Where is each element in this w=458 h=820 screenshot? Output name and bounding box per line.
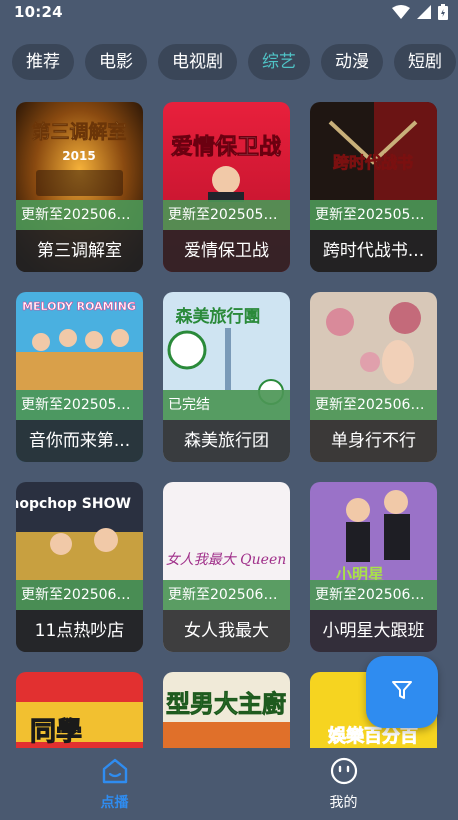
- tab-anime[interactable]: 动漫: [321, 44, 383, 80]
- poster-title-text: 第三调解室: [31, 120, 126, 143]
- show-title: 森美旅行团: [163, 420, 290, 462]
- tab-variety[interactable]: 综艺: [248, 44, 310, 80]
- nav-item-on-demand[interactable]: 点播: [0, 748, 229, 820]
- tab-movies[interactable]: 电影: [85, 44, 147, 80]
- poster-title-text: 女人我最大 Queen: [166, 552, 287, 568]
- show-title: 音你而来第...: [16, 420, 143, 462]
- poster-title-text: 同學: [30, 717, 82, 747]
- poster-title-text: 娛樂百分百: [327, 725, 418, 747]
- tab-label: 综艺: [262, 52, 296, 72]
- show-card[interactable]: 更新至2025060... 单身行不行: [310, 292, 437, 462]
- tab-tv-series[interactable]: 电视剧: [158, 44, 237, 80]
- filter-button[interactable]: [366, 656, 438, 728]
- wifi-icon: [392, 5, 410, 19]
- show-title: 跨时代战书...: [310, 230, 437, 272]
- category-tabs: 推荐 电影 电视剧 综艺 动漫 短剧: [0, 44, 458, 84]
- show-card[interactable]: MELODY ROAMING 更新至2025052... 音你而来第...: [16, 292, 143, 462]
- show-card[interactable]: 第三调解室 2015 更新至2025060... 第三调解室: [16, 102, 143, 272]
- show-card[interactable]: 小明星 更新至2025060... 小明星大跟班: [310, 482, 437, 652]
- show-card[interactable]: 女人我最大 Queen 更新至2025060... 女人我最大: [163, 482, 290, 652]
- profile-icon: [330, 757, 357, 785]
- poster-title-text: 型男大主廚: [166, 690, 286, 718]
- update-status: 更新至2025060...: [16, 580, 143, 610]
- update-status: 更新至2025052...: [310, 200, 437, 230]
- update-status: 更新至2025060...: [310, 390, 437, 420]
- poster-title-text: 森美旅行團: [176, 306, 261, 327]
- tab-short-drama[interactable]: 短剧: [394, 44, 456, 80]
- tab-label: 推荐: [26, 52, 60, 72]
- bottom-nav: 点播 我的: [0, 748, 458, 820]
- poster-title-text: 爱情保卫战: [171, 134, 281, 160]
- status-time: 10:24: [14, 3, 63, 21]
- show-card[interactable]: 森美旅行團 已完结 森美旅行团: [163, 292, 290, 462]
- poster-title-text: MELODY ROAMING: [22, 300, 136, 313]
- poster-title-text: chopchop SHOW: [16, 496, 131, 512]
- poster-image: 同學: [16, 672, 143, 748]
- update-status: 更新至2025060...: [16, 200, 143, 230]
- poster-year-text: 2015: [62, 149, 95, 163]
- show-card[interactable]: 同學: [16, 672, 143, 748]
- show-title: 女人我最大: [163, 610, 290, 652]
- poster-image: 型男大主廚: [163, 672, 290, 748]
- tab-label: 短剧: [408, 52, 442, 72]
- tab-label: 电影: [99, 52, 133, 72]
- update-status: 更新至2025052...: [163, 200, 290, 230]
- status-bar: 10:24: [0, 0, 458, 24]
- show-title: 爱情保卫战: [163, 230, 290, 272]
- home-icon: [102, 758, 127, 784]
- show-title: 单身行不行: [310, 420, 437, 462]
- update-status: 更新至2025052...: [16, 390, 143, 420]
- nav-label: 我的: [329, 795, 358, 811]
- show-card[interactable]: chopchop SHOW 更新至2025060... 11点热吵店: [16, 482, 143, 652]
- battery-icon: [438, 4, 448, 20]
- poster-title-text: 跨时代战书: [333, 153, 413, 172]
- nav-item-mine[interactable]: 我的: [229, 748, 458, 820]
- update-status: 更新至2025060...: [163, 580, 290, 610]
- nav-label: 点播: [100, 795, 129, 811]
- show-card[interactable]: 型男大主廚: [163, 672, 290, 748]
- tab-recommend[interactable]: 推荐: [12, 44, 74, 80]
- status-icons: [392, 4, 448, 20]
- show-title: 第三调解室: [16, 230, 143, 272]
- tab-label: 电视剧: [172, 52, 223, 72]
- signal-icon: [417, 5, 431, 19]
- tab-label: 动漫: [335, 52, 369, 72]
- update-status: 更新至2025060...: [310, 580, 437, 610]
- show-title: 11点热吵店: [16, 610, 143, 652]
- content-grid: 第三调解室 2015 更新至2025060... 第三调解室 爱情保卫战 更新至…: [16, 102, 448, 748]
- show-card[interactable]: 跨时代战书 更新至2025052... 跨时代战书...: [310, 102, 437, 272]
- update-status: 已完结: [163, 390, 290, 420]
- show-title: 小明星大跟班: [310, 610, 437, 652]
- show-card[interactable]: 爱情保卫战 更新至2025052... 爱情保卫战: [163, 102, 290, 272]
- filter-icon: [391, 679, 413, 705]
